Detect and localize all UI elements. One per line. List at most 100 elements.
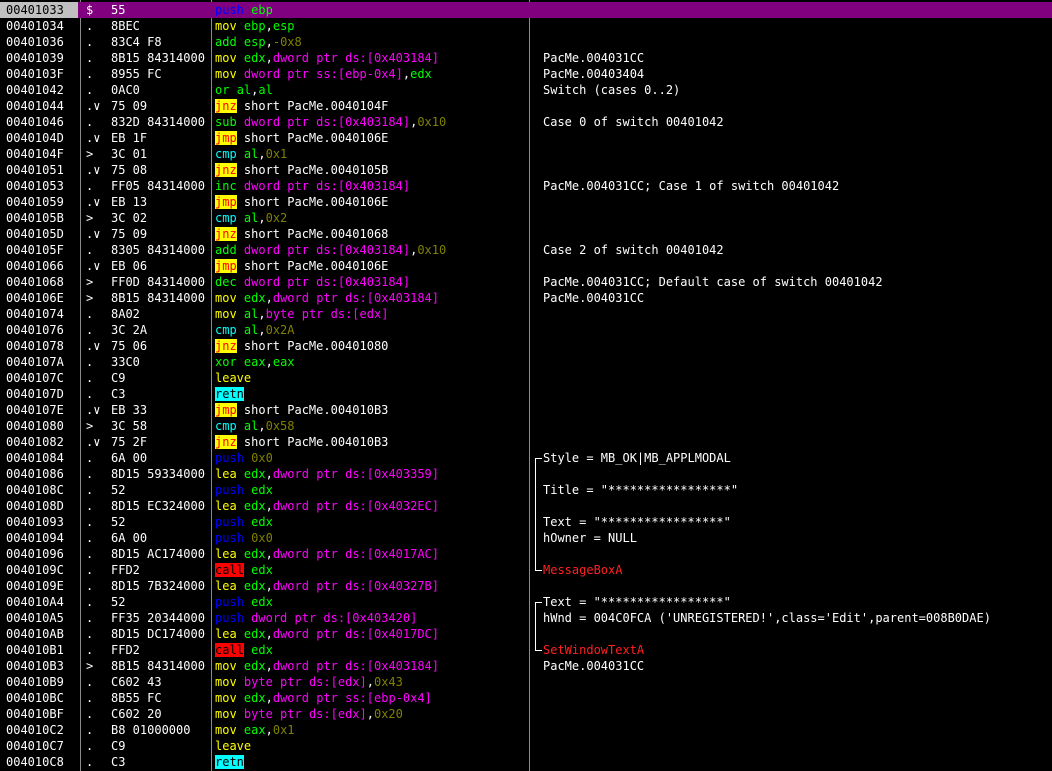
- instruction-row[interactable]: 00401084. 6A 00 push 0x0 Style = MB_OK|MB_A…: [0, 450, 1052, 466]
- mnemonic: add: [215, 35, 237, 49]
- instruction-row[interactable]: 00401096. 8D15 AC174000 lea edx,dword ptr …: [0, 546, 1052, 562]
- instruction-row[interactable]: 004010A5. FF35 20344000 push dword ptr ds:…: [0, 610, 1052, 626]
- operand: [237, 691, 244, 705]
- address-cell: 00401080: [6, 419, 64, 433]
- operand: eax: [243, 355, 266, 369]
- disassembly-cell: push edx: [215, 514, 527, 530]
- instruction-row[interactable]: 0040109E. 8D15 7B324000 lea edx,dword ptr …: [0, 578, 1052, 594]
- operand: 0x1: [272, 723, 295, 737]
- mnemonic: mov: [215, 691, 237, 705]
- comment-cell: [543, 578, 1052, 594]
- comment-cell: [543, 2, 1052, 18]
- hex-dump-cell: 8955 FC: [111, 67, 162, 81]
- instruction-row[interactable]: 0040107A. 33C0 xor eax,eax: [0, 354, 1052, 370]
- instruction-row[interactable]: 00401053. FF05 84314000 inc dword ptr ds:[…: [0, 178, 1052, 194]
- instruction-row[interactable]: 00401059 .∨ EB 13 jmp short PacMe.0040106E: [0, 194, 1052, 210]
- instruction-row[interactable]: 00401044 .∨ 75 09 jnz short PacMe.0040104F: [0, 98, 1052, 114]
- mnemonic: xor: [215, 355, 237, 369]
- comment-cell: PacMe.004031CC; Default case of switch 0…: [543, 275, 883, 289]
- mnemonic: lea: [215, 627, 237, 641]
- disassembly-cell: add dword ptr ds:[0x403184],0x10: [215, 242, 527, 258]
- operand: ,: [265, 547, 273, 561]
- instruction-row[interactable]: 00401039. 8B15 84314000 mov edx,dword ptr …: [0, 50, 1052, 66]
- address-cell: 0040103F: [6, 67, 64, 81]
- operand: [237, 579, 244, 593]
- disassembly-cell: push 0x0: [215, 530, 527, 546]
- operand: [237, 499, 244, 513]
- operand: esp: [272, 19, 295, 33]
- operand: edx: [251, 515, 273, 529]
- operand: edx: [251, 595, 273, 609]
- instruction-row-selected[interactable]: 00401033 $55 push ebp: [0, 2, 1052, 18]
- hex-dump-cell: 3C 02: [111, 211, 148, 225]
- disassembly-cell: cmp al,0x1: [215, 146, 527, 162]
- comment-cell: PacMe.00403404: [543, 67, 645, 81]
- mnemonic: push: [215, 595, 244, 609]
- instruction-row[interactable]: 004010A4. 52 push edx Text = "*************…: [0, 594, 1052, 610]
- instruction-row[interactable]: 004010C2. B8 01000000 mov eax,0x1: [0, 722, 1052, 738]
- mnemonic: jnz: [215, 163, 237, 177]
- disassembly-cell: mov edx,dword ptr ds:[0x403184]: [215, 290, 527, 306]
- operand: ,: [265, 291, 273, 305]
- mnemonic: cmp: [215, 323, 237, 337]
- comment-cell: hWnd = 004C0FCA ('UNREGISTERED!',class='…: [543, 611, 991, 625]
- address-cell: 004010B9: [6, 675, 64, 689]
- operand: [237, 659, 244, 673]
- instruction-row[interactable]: 004010BC. 8B55 FC mov edx,dword ptr ss:[eb…: [0, 690, 1052, 706]
- comment-cell: [543, 210, 1052, 226]
- instruction-row[interactable]: 00401094. 6A 00 push 0x0 hOwner = NULL: [0, 530, 1052, 546]
- instruction-row[interactable]: 0040105B >3C 02 cmp al,0x2: [0, 210, 1052, 226]
- instruction-row[interactable]: 004010B3 >8B15 84314000 mov edx,dword ptr …: [0, 658, 1052, 674]
- operand: ,: [258, 323, 266, 337]
- operand: [237, 67, 244, 81]
- address-cell: 00401042: [6, 83, 64, 97]
- instruction-row[interactable]: 00401082 .∨ 75 2F jnz short PacMe.004010B3: [0, 434, 1052, 450]
- operand: edx: [243, 659, 266, 673]
- operand: [237, 627, 244, 641]
- comment-cell: Style = MB_OK|MB_APPLMODAL: [543, 451, 731, 465]
- instruction-row[interactable]: 00401036. 83C4 F8 add esp,-0x8: [0, 34, 1052, 50]
- instruction-row[interactable]: 00401086. 8D15 59334000 lea edx,dword ptr …: [0, 466, 1052, 482]
- instruction-row[interactable]: 004010AB. 8D15 DC174000 lea edx,dword ptr …: [0, 626, 1052, 642]
- instruction-row[interactable]: 0040103F. 8955 FC mov dword ptr ss:[ebp-0x…: [0, 66, 1052, 82]
- hex-dump-cell: 6A 00: [111, 531, 148, 545]
- jump-marker: >: [86, 419, 94, 433]
- instruction-row[interactable]: 004010C8. C3 retn: [0, 754, 1052, 770]
- address-cell: 00401066: [6, 259, 64, 273]
- comment-cell: Text = "*****************": [543, 595, 731, 609]
- instruction-row[interactable]: 004010B1. FFD2 call edx SetWindowTextA: [0, 642, 1052, 658]
- instruction-row[interactable]: 0040104D .∨ EB 1F jmp short PacMe.0040106E: [0, 130, 1052, 146]
- hex-dump-cell: 8305 84314000: [111, 243, 205, 257]
- instruction-row[interactable]: 0040107E .∨ EB 33 jmp short PacMe.004010B3: [0, 402, 1052, 418]
- address-cell: 004010A4: [6, 595, 64, 609]
- operand: edx: [243, 579, 266, 593]
- instruction-row[interactable]: 00401051 .∨ 75 08 jnz short PacMe.0040105B: [0, 162, 1052, 178]
- instruction-row[interactable]: 0040109C. FFD2 call edx MessageBoxA: [0, 562, 1052, 578]
- instruction-row[interactable]: 00401034. 8BEC mov ebp,esp: [0, 18, 1052, 34]
- instruction-row[interactable]: 0040108D. 8D15 EC324000 lea edx,dword ptr …: [0, 498, 1052, 514]
- instruction-row[interactable]: 004010C7. C9 leave: [0, 738, 1052, 754]
- instruction-row[interactable]: 004010BF. C602 20 mov byte ptr ds:[edx],0x…: [0, 706, 1052, 722]
- operand: al: [236, 83, 252, 97]
- instruction-row[interactable]: 0040108C. 52 push edx Title = "************…: [0, 482, 1052, 498]
- instruction-row[interactable]: 00401068 > FF0D 84314000 dec dword ptr ds:[…: [0, 274, 1052, 290]
- instruction-row[interactable]: 0040106E >8B15 84314000 mov edx,dword ptr …: [0, 290, 1052, 306]
- instruction-row[interactable]: 0040107D. C3 retn: [0, 386, 1052, 402]
- instruction-row[interactable]: 00401066 .∨ EB 06 jmp short PacMe.0040106E: [0, 258, 1052, 274]
- instruction-row[interactable]: 0040104F >3C 01 cmp al,0x1: [0, 146, 1052, 162]
- instruction-row[interactable]: 0040105D .∨ 75 09 jnz short PacMe.00401068: [0, 226, 1052, 242]
- disassembly-view[interactable]: 00401033 $55 push ebp 00401034. 8BEC mov ebp,…: [0, 0, 1052, 771]
- operand: byte ptr ds:[edx]: [243, 675, 367, 689]
- disassembly-cell: cmp al,0x2: [215, 210, 527, 226]
- instruction-row[interactable]: 004010B9. C602 43 mov byte ptr ds:[edx],0x…: [0, 674, 1052, 690]
- instruction-row[interactable]: 00401042. 0AC0 or al,al Switch (cases 0..2): [0, 82, 1052, 98]
- instruction-row[interactable]: 00401076. 3C 2A cmp al,0x2A: [0, 322, 1052, 338]
- instruction-row[interactable]: 00401093. 52 push edx Text = "*************…: [0, 514, 1052, 530]
- instruction-row[interactable]: 00401078 .∨ 75 06 jnz short PacMe.00401080: [0, 338, 1052, 354]
- instruction-row[interactable]: 00401080 >3C 58 cmp al,0x58: [0, 418, 1052, 434]
- mnemonic: jnz: [215, 435, 237, 449]
- instruction-row[interactable]: 0040107C. C9 leave: [0, 370, 1052, 386]
- instruction-row[interactable]: 0040105F. 8305 84314000 add dword ptr ds:[…: [0, 242, 1052, 258]
- instruction-row[interactable]: 00401074. 8A02 mov al,byte ptr ds:[edx]: [0, 306, 1052, 322]
- instruction-row[interactable]: 00401046. 832D 84314000 sub dword ptr ds:[…: [0, 114, 1052, 130]
